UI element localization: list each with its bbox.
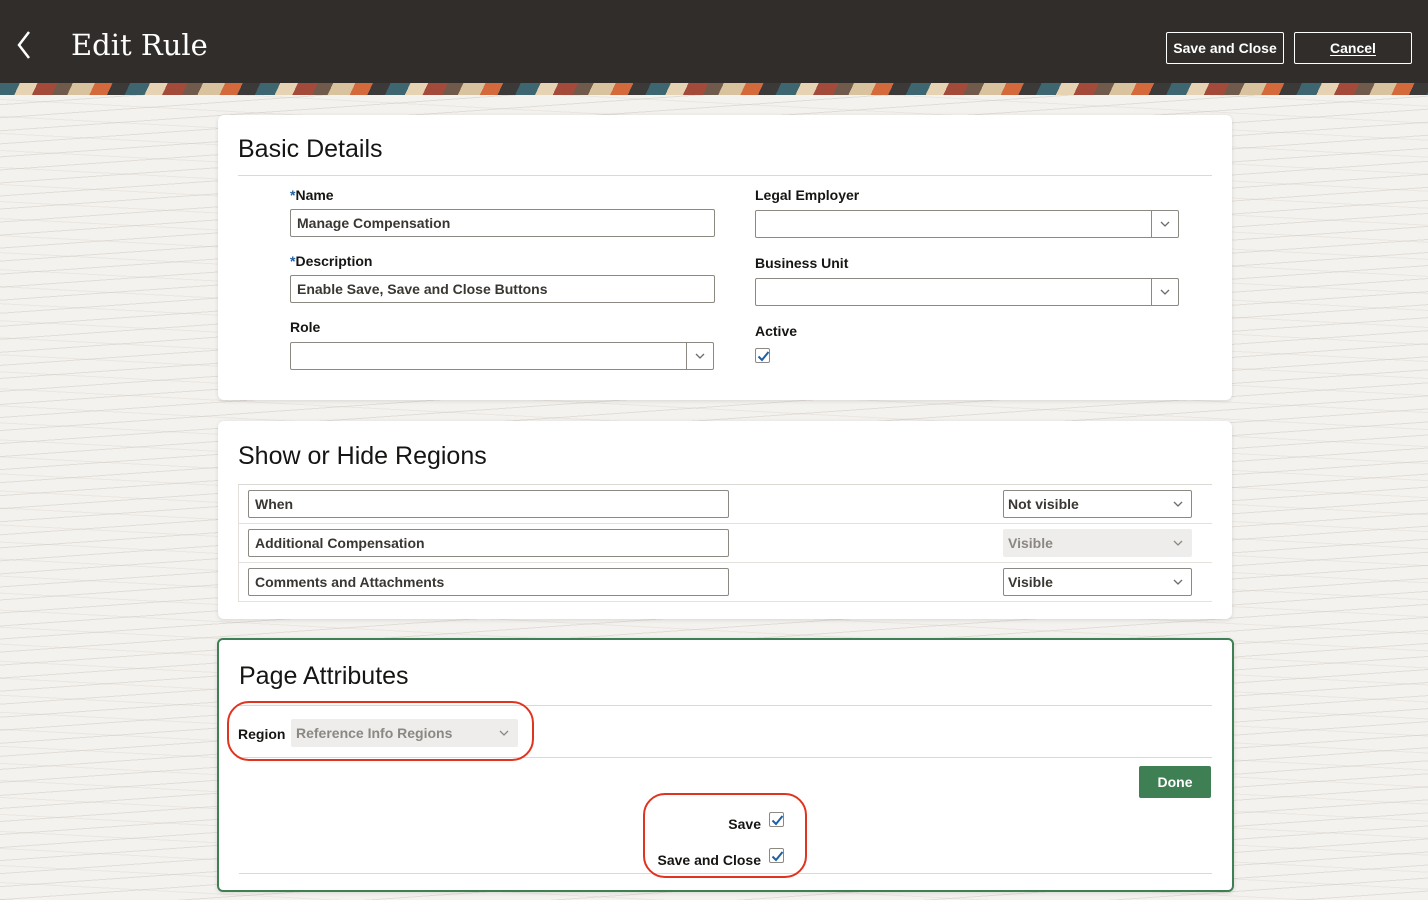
region-visibility-select[interactable]: Not visible [1003,490,1192,518]
page-attributes-card: Page Attributes Region Reference Info Re… [217,638,1234,892]
legal-employer-label: Legal Employer [755,187,860,203]
description-label-text: Description [295,253,373,269]
row-divider [238,562,1212,563]
business-unit-select[interactable] [755,278,1179,306]
chevron-down-icon [1173,501,1183,507]
active-checkbox[interactable] [755,348,770,363]
chevron-down-icon [695,353,705,359]
description-label: *Description [290,253,372,269]
name-label-text: Name [295,187,334,203]
region-name-field[interactable]: When [248,490,729,518]
region-visibility-value: Not visible [1008,496,1079,512]
region-visibility-value: Visible [1008,574,1053,590]
row-divider [238,601,1212,602]
done-button[interactable]: Done [1139,766,1211,798]
select-divider [1151,211,1152,238]
chevron-down-icon [499,730,509,736]
divider [239,757,1212,758]
show-hide-regions-title: Show or Hide Regions [238,442,487,470]
region-name-field[interactable]: Comments and Attachments [248,568,729,596]
select-divider [1151,279,1152,306]
save-checkbox-label: Save [728,816,761,832]
divider [238,484,1212,485]
save-checkbox[interactable] [769,812,784,827]
legal-employer-select[interactable] [755,210,1179,238]
name-label: *Name [290,187,334,203]
region-visibility-select[interactable]: Visible [1003,568,1192,596]
chevron-down-icon [1173,540,1183,546]
row-divider [238,523,1212,524]
basic-details-card: Basic Details *Name Manage Compensation … [218,115,1232,400]
save-and-close-checkbox-label: Save and Close [657,852,762,868]
region-visibility-value: Visible [1008,535,1053,551]
chevron-down-icon [1160,221,1170,227]
divider [239,705,1212,706]
business-unit-label: Business Unit [755,255,849,271]
chevron-down-icon [1160,289,1170,295]
save-and-close-button[interactable]: Save and Close [1166,32,1284,64]
checkmark-icon [771,851,784,862]
page-header: Edit Rule Save and Close Cancel [0,0,1428,83]
cancel-button-label: Cancel [1330,40,1376,56]
region-name-field[interactable]: Additional Compensation [248,529,729,557]
chevron-down-icon [1173,579,1183,585]
checkmark-icon [771,815,784,826]
cancel-button[interactable]: Cancel [1294,32,1412,64]
name-input[interactable]: Manage Compensation [290,209,715,237]
region-value: Reference Info Regions [296,725,453,741]
save-and-close-checkbox[interactable] [769,848,784,863]
back-chevron-icon [17,31,30,59]
region-label: Region [238,726,286,742]
region-select: Reference Info Regions [291,719,518,747]
description-input[interactable]: Enable Save, Save and Close Buttons [290,275,715,303]
role-select[interactable] [290,342,714,370]
divider [239,873,1212,874]
back-button[interactable] [10,28,38,62]
region-table-left-edge [238,485,239,601]
select-divider [686,343,687,370]
basic-details-title: Basic Details [238,135,383,163]
checkmark-icon [757,351,770,362]
active-label: Active [755,323,798,339]
role-label: Role [290,319,321,335]
decorative-banner [0,83,1428,95]
page-title: Edit Rule [71,28,208,62]
divider [238,175,1212,176]
region-visibility-select: Visible [1003,529,1192,557]
page-attributes-title: Page Attributes [239,662,409,690]
